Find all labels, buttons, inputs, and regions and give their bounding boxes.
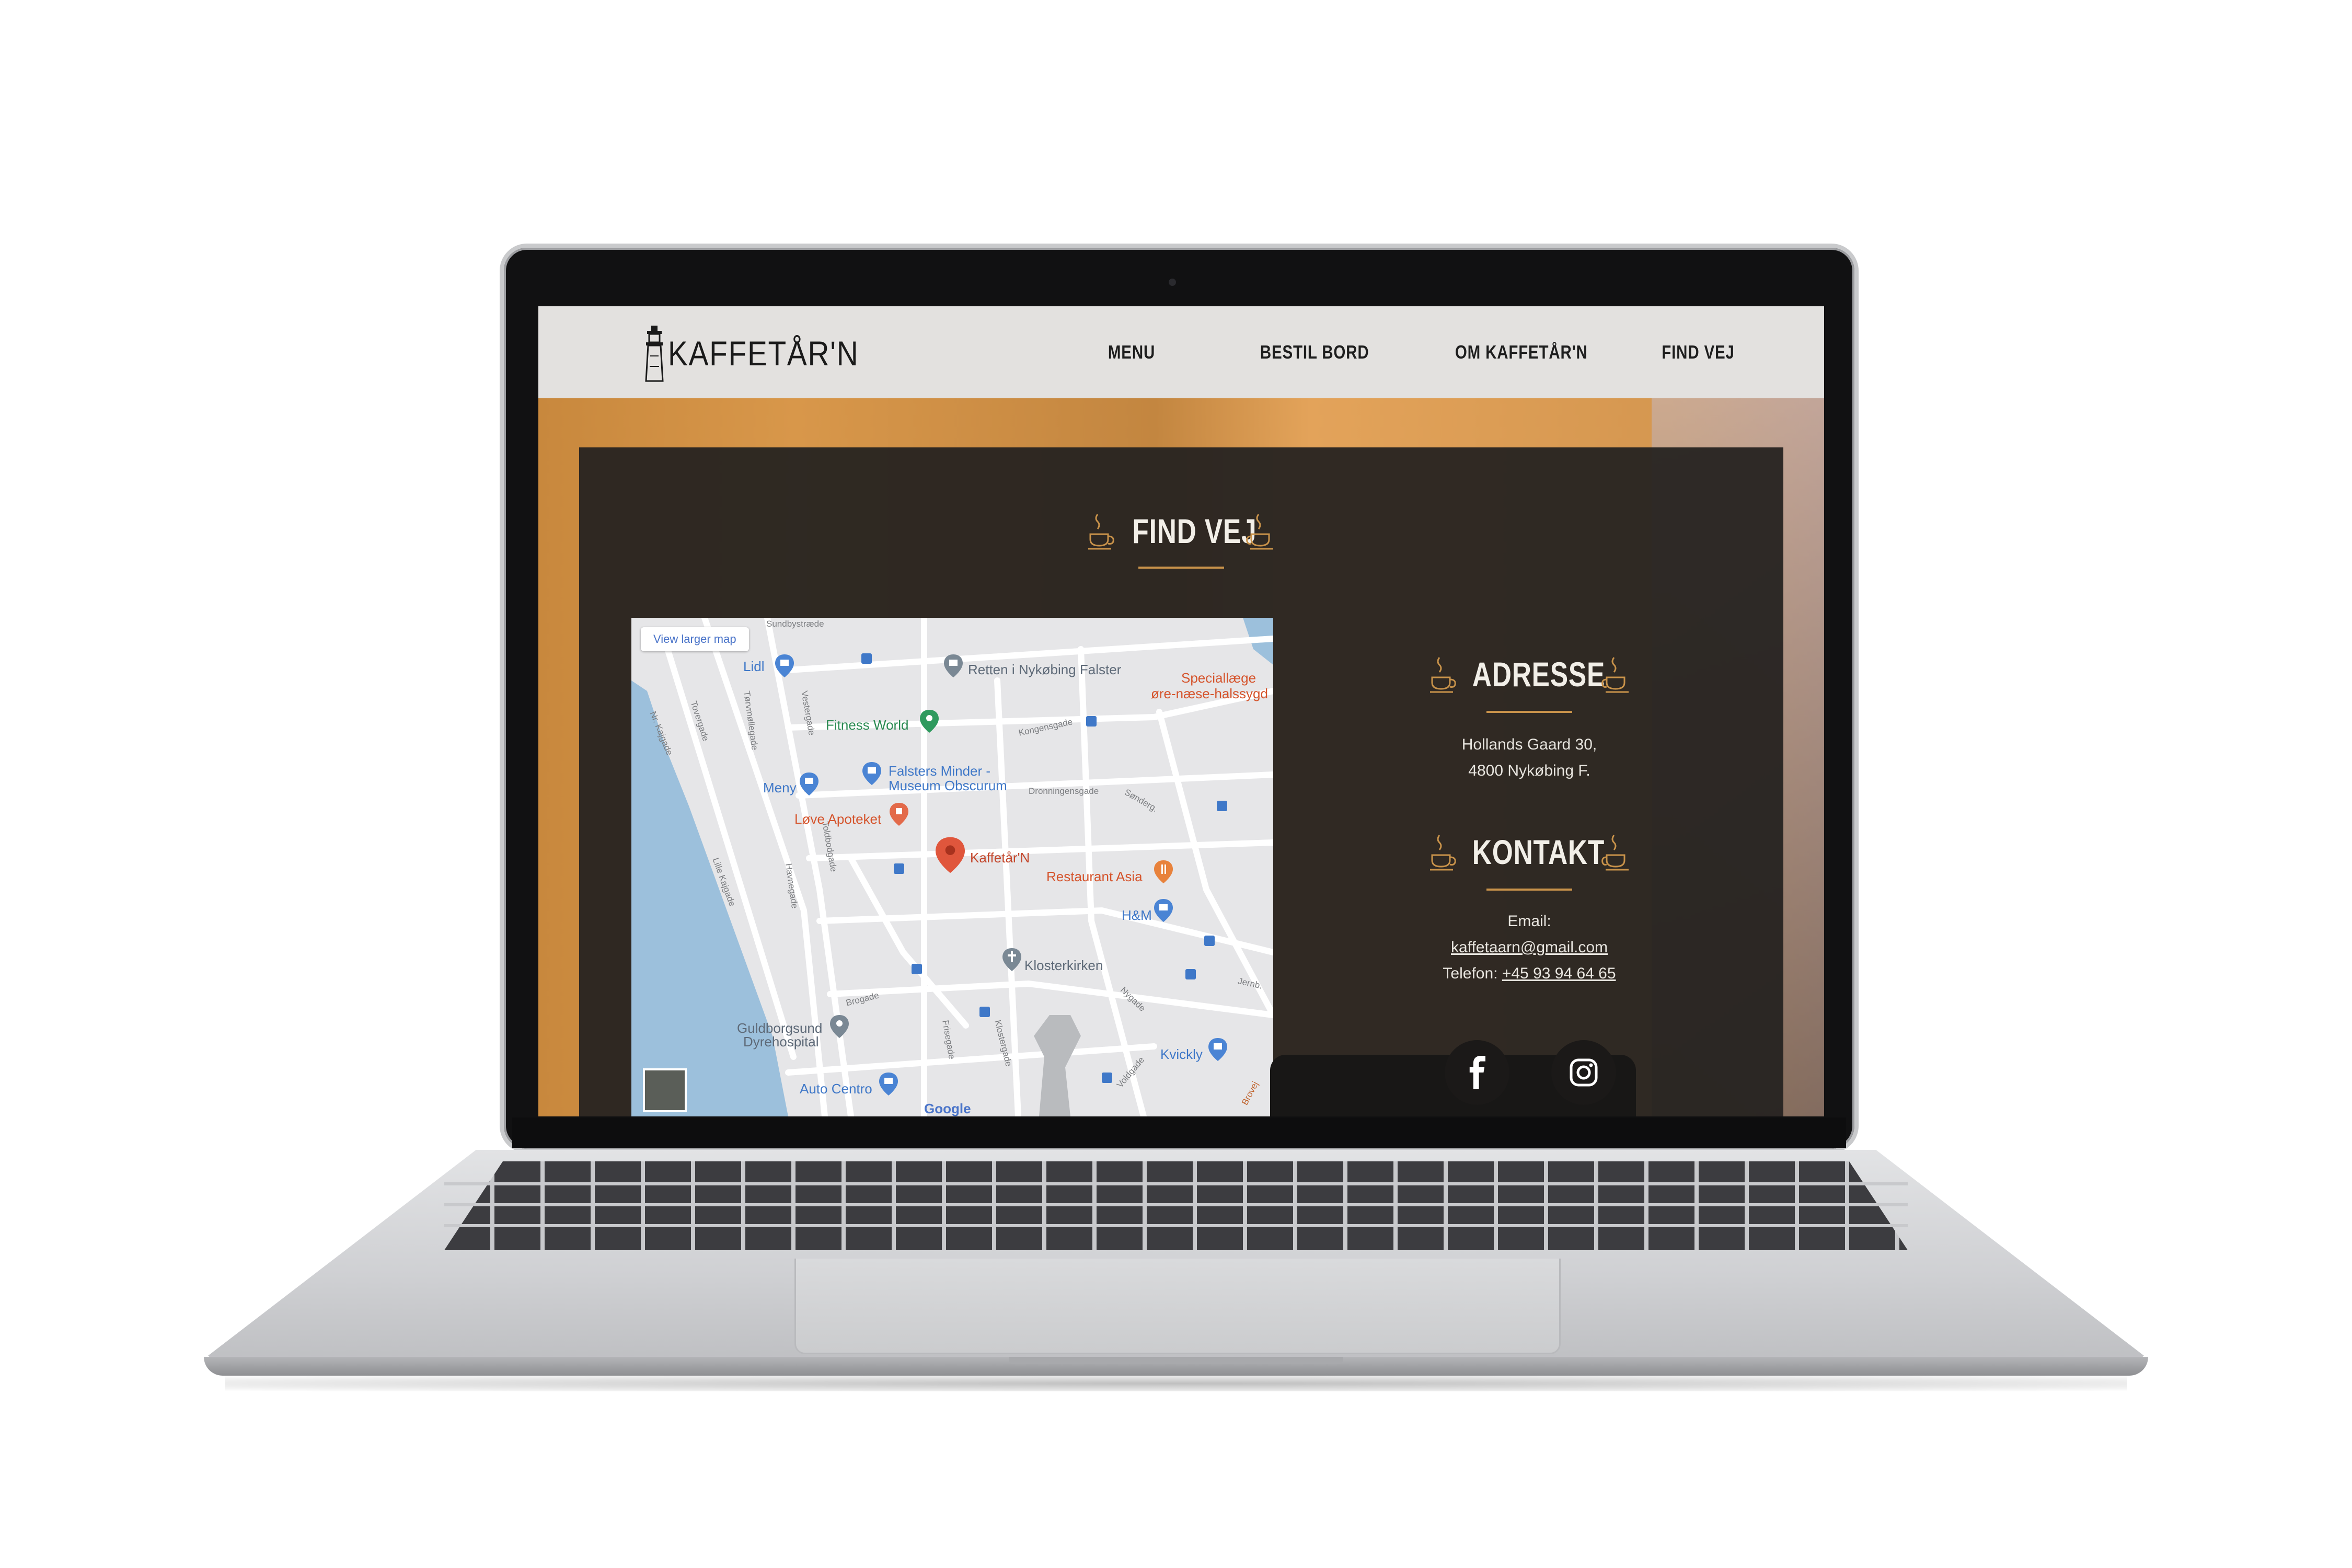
nav-label: MENU	[1108, 341, 1156, 363]
contact-underline	[1486, 889, 1572, 891]
nav-label: BESTIL BORD	[1260, 341, 1369, 363]
poi-restaurant-asia[interactable]: Restaurant Asia	[1046, 869, 1143, 885]
laptop-hinge	[512, 1117, 1846, 1148]
key-row-gap	[444, 1224, 1908, 1227]
address-underline	[1486, 711, 1572, 713]
lighthouse-icon	[645, 326, 664, 382]
nav-label: FIND VEJ	[1662, 341, 1735, 363]
coffee-cup-icon	[1088, 514, 1114, 550]
logo[interactable]: KAFFETÅR'N	[643, 326, 890, 382]
browser-viewport: KAFFETÅR'N MENU BESTIL BORD OM KAFFETÅR'…	[538, 306, 1824, 1116]
contact-title: KONTAKT	[1472, 833, 1605, 871]
poi-special[interactable]: Speciallæge	[1181, 670, 1256, 686]
poi-loeve-apoteket[interactable]: Løve Apoteket	[794, 811, 881, 827]
bus-stop-icon	[1204, 936, 1215, 946]
fitness-pin-icon	[920, 710, 939, 733]
title-underline	[1138, 567, 1224, 569]
nav-bestil-bord[interactable]: BESTIL BORD	[1248, 306, 1381, 398]
poi-kvickly[interactable]: Kvickly	[1160, 1046, 1203, 1063]
email-link[interactable]: kaffetaarn@gmail.com	[1451, 939, 1608, 956]
nav-menu[interactable]: MENU	[1103, 306, 1160, 398]
poi-fitness-world[interactable]: Fitness World	[826, 717, 908, 733]
facebook-icon	[1469, 1056, 1485, 1089]
poi-special-line2: øre-næse-halssygd	[1151, 686, 1268, 701]
vet-pin-icon	[830, 1015, 849, 1038]
museum-pin-icon	[862, 762, 881, 785]
bus-stop-icon	[1102, 1073, 1112, 1083]
poi-falsters-minder-line2: Museum Obscurum	[889, 778, 1007, 793]
shop-pin-icon	[879, 1073, 898, 1096]
street-label: Sundbystræde	[766, 619, 824, 629]
navbar: KAFFETÅR'N MENU BESTIL BORD OM KAFFETÅR'…	[538, 306, 1824, 398]
poi-kaffetaarn[interactable]: Kaffetår'N	[970, 850, 1030, 866]
poi-auto-centro[interactable]: Auto Centro	[800, 1081, 872, 1097]
shop-pin-icon	[1154, 899, 1173, 922]
bus-stop-icon	[1185, 969, 1196, 979]
phone-link[interactable]: +45 93 94 64 65	[1502, 965, 1616, 982]
bus-stop-icon	[1086, 716, 1097, 727]
pharmacy-pin-icon	[890, 803, 908, 826]
building-pin-icon	[944, 654, 963, 677]
phone-label: Telefon:	[1443, 965, 1498, 982]
poi-guldborgsund-line2: Dyrehospital	[743, 1034, 819, 1050]
coffee-cup-icon	[1601, 657, 1629, 693]
instagram-button[interactable]	[1551, 1040, 1616, 1105]
instagram-icon	[1570, 1058, 1598, 1087]
coffee-cup-icon	[1246, 514, 1273, 550]
trackpad	[794, 1259, 1561, 1354]
key-row-gap	[444, 1182, 1908, 1185]
nav-label: OM KAFFETÅR'N	[1455, 341, 1588, 363]
facebook-button[interactable]	[1445, 1040, 1509, 1105]
poi-retten[interactable]: Retten i Nykøbing Falster	[968, 662, 1121, 678]
shop-pin-icon	[1208, 1038, 1227, 1061]
bus-stop-icon	[894, 863, 904, 874]
coffee-cup-icon	[1430, 835, 1456, 871]
shop-pin-icon	[800, 773, 818, 795]
logo-text: KAFFETÅR'N	[668, 334, 859, 373]
camera	[1169, 279, 1176, 286]
restaurant-pin-icon	[1154, 860, 1173, 883]
poi-meny[interactable]: Meny	[763, 780, 797, 796]
address-line-2: 4800 Nykøbing F.	[1468, 762, 1590, 779]
google-map[interactable]: View larger map Sundbystræde Vestergade …	[631, 618, 1273, 1116]
street-label: Dronningensgade	[1029, 786, 1099, 796]
location-pin-icon	[936, 837, 965, 873]
google-logo: Google	[924, 1101, 971, 1116]
bus-stop-icon	[1217, 801, 1227, 811]
laptop-shadow	[225, 1376, 2127, 1391]
page-title: FIND VEJ	[1132, 512, 1257, 550]
poi-lidl[interactable]: Lidl	[743, 659, 764, 675]
address-title: ADRESSE	[1472, 655, 1606, 694]
email-label: Email:	[1507, 913, 1551, 930]
coffee-cup-icon	[1601, 835, 1629, 871]
key-row-gap	[444, 1203, 1908, 1206]
poi-klosterkirken[interactable]: Klosterkirken	[1024, 958, 1103, 974]
bus-stop-icon	[912, 964, 922, 974]
view-larger-map-link[interactable]: View larger map	[641, 627, 749, 651]
poi-falsters-minder[interactable]: Falsters Minder -	[889, 763, 990, 779]
nav-om-kaffetaarn[interactable]: OM KAFFETÅR'N	[1440, 306, 1602, 398]
laptop-notch	[1009, 1357, 1343, 1364]
bus-stop-icon	[979, 1007, 990, 1017]
poi-hm[interactable]: H&M	[1122, 907, 1152, 924]
phone-line: Telefon: +45 93 94 64 65	[1399, 965, 1660, 983]
coffee-cup-icon	[1430, 657, 1456, 693]
nav-find-vej[interactable]: FIND VEJ	[1654, 306, 1743, 398]
church-pin-icon	[1002, 948, 1021, 971]
address-line-1: Hollands Gaard 30,	[1461, 736, 1597, 753]
bus-stop-icon	[861, 653, 872, 664]
shop-pin-icon	[775, 654, 794, 677]
